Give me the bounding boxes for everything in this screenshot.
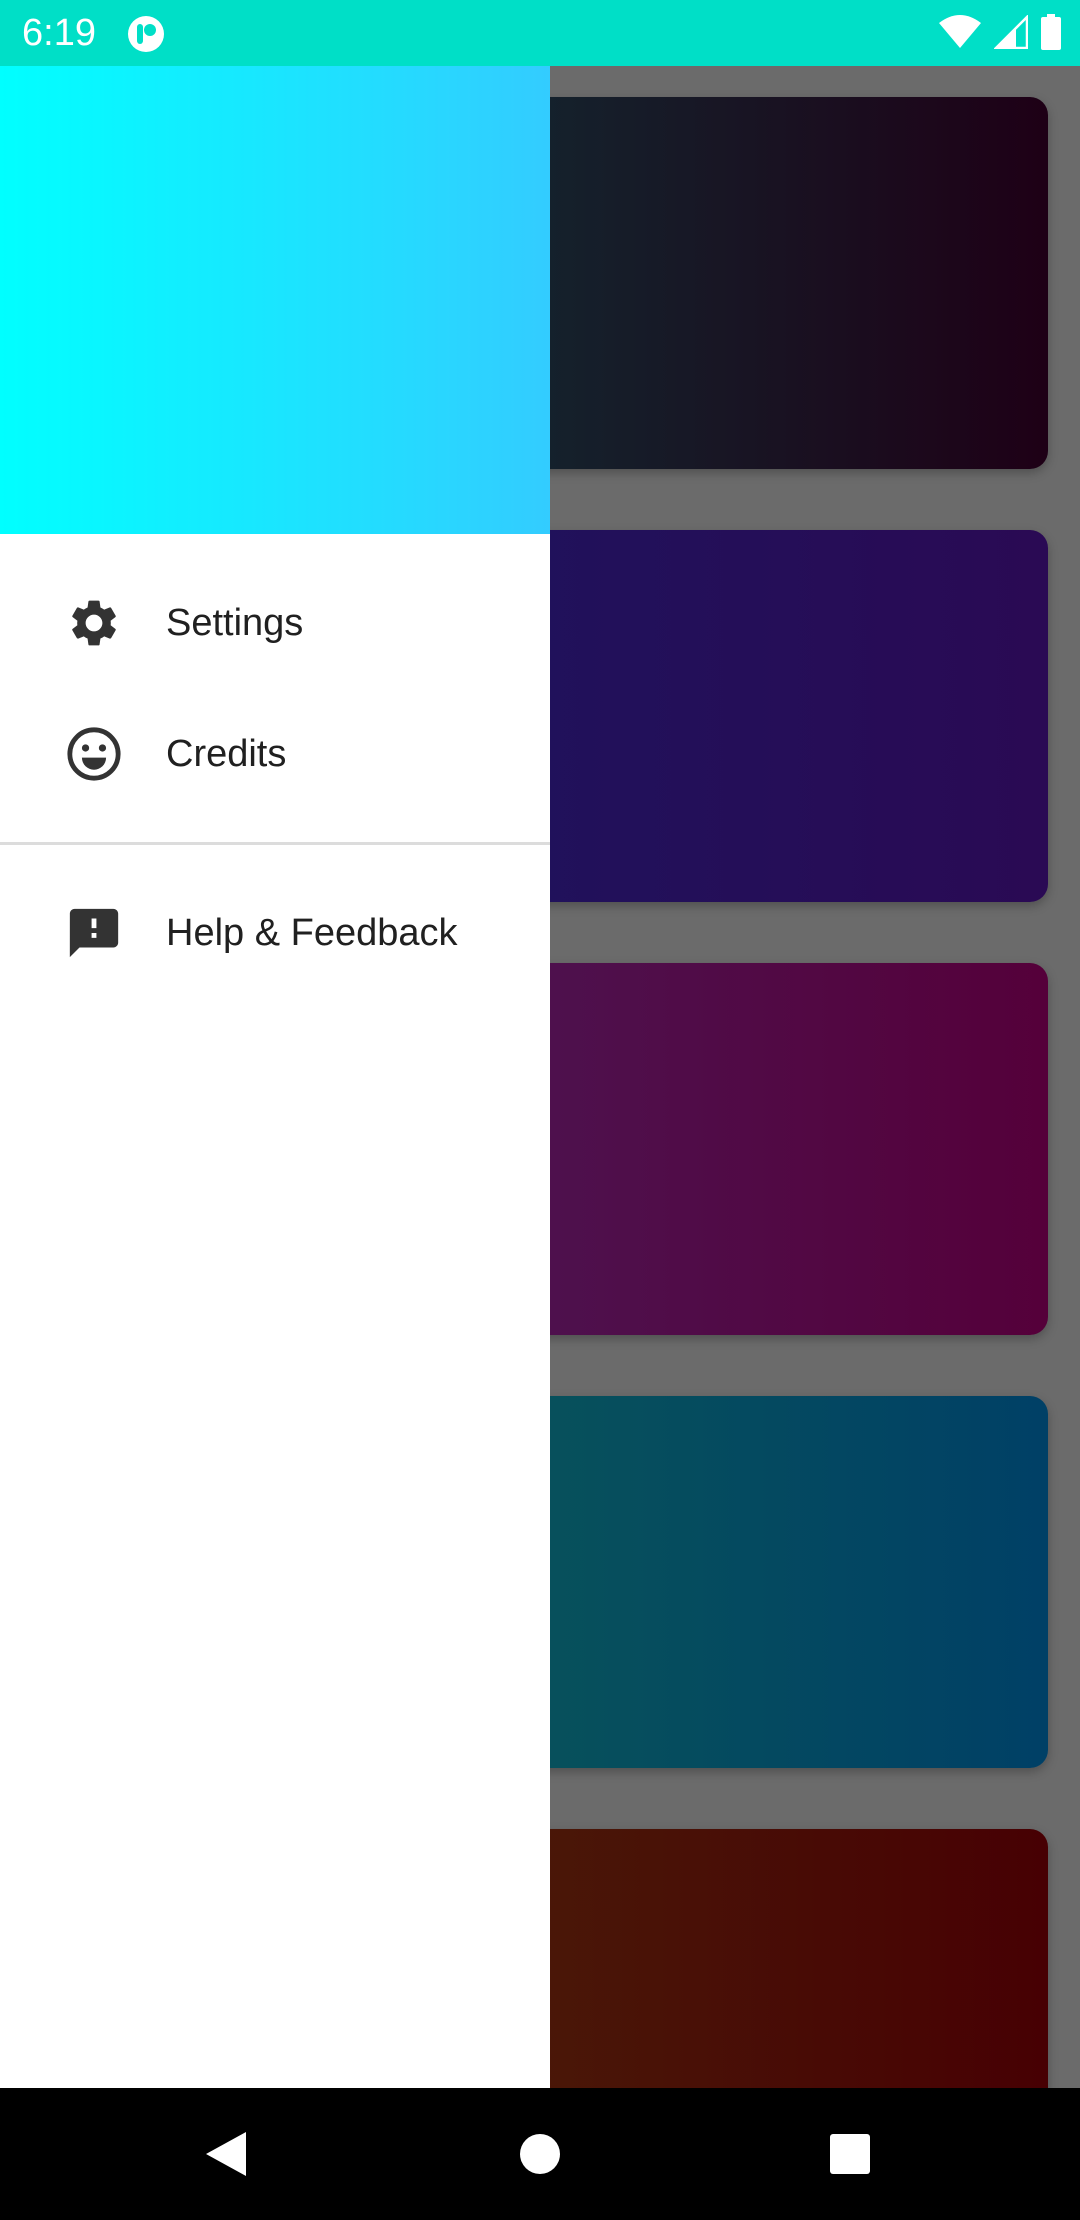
battery-icon [1040,13,1062,55]
home-icon[interactable] [506,2120,574,2188]
gear-icon [64,593,124,653]
drawer-item-settings[interactable]: Settings [0,563,550,683]
smiley-face-icon [64,724,124,784]
recents-icon[interactable] [816,2120,884,2188]
feedback-icon [64,903,124,963]
status-icons [938,13,1062,55]
cell-signal-icon [992,13,1029,54]
drawer-item-label: Credits [166,732,287,775]
gradient-card-4[interactable] [474,1396,1048,1768]
screen: 6:19 Settings Credits Help & Feedback [0,0,1080,2220]
gradient-card-1[interactable] [474,97,1048,469]
navigation-drawer: Settings Credits Help & Feedback [0,66,550,2088]
drawer-item-credits[interactable]: Credits [0,694,550,814]
wifi-icon [938,14,982,54]
gradient-card-2[interactable] [474,530,1048,902]
gradient-card-3[interactable] [474,963,1048,1335]
drawer-divider [0,842,550,845]
gradient-card-5[interactable] [474,1829,1048,2088]
drawer-item-label: Help & Feedback [166,911,458,954]
app-notification-icon [126,14,166,54]
drawer-header [0,66,550,534]
system-nav-bar [0,2088,1080,2220]
drawer-item-label: Settings [166,601,304,644]
status-time: 6:19 [22,12,96,54]
status-bar: 6:19 [0,0,1080,66]
drawer-item-help-feedback[interactable]: Help & Feedback [0,873,550,993]
back-icon[interactable] [192,2120,260,2188]
